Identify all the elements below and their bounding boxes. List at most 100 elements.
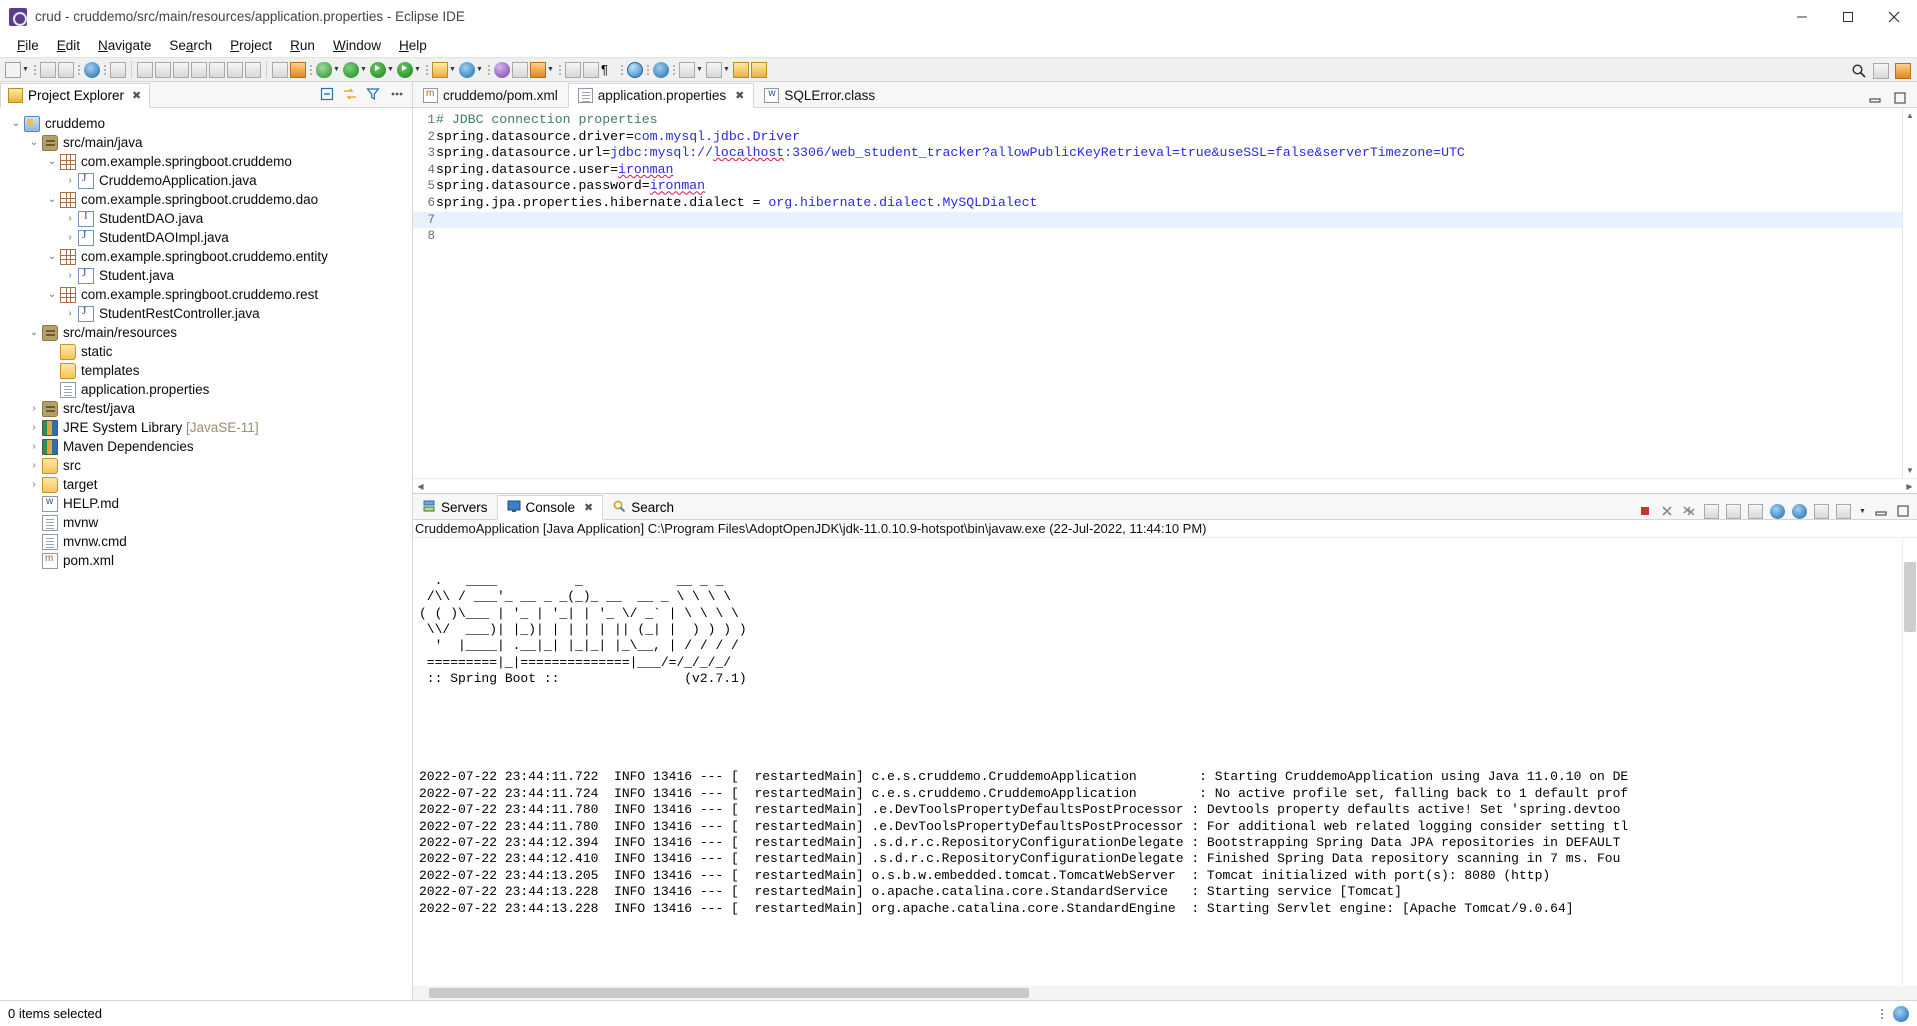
tree-item[interactable]: › StudentDAO.java bbox=[0, 209, 412, 228]
chevron-right-icon[interactable]: › bbox=[62, 232, 78, 243]
console-output[interactable]: . ____ _ __ _ _ /\\ / ___'_ __ _ _(_)_ _… bbox=[413, 538, 1917, 986]
view-filter-icon[interactable] bbox=[365, 86, 381, 102]
tree-item[interactable]: › CruddemoApplication.java bbox=[0, 171, 412, 190]
menu-window[interactable]: Window bbox=[324, 36, 390, 55]
new-java-project-button[interactable]: ▼ bbox=[431, 59, 458, 81]
tree-item[interactable]: mvnw bbox=[0, 513, 412, 532]
new-package-button[interactable]: ▼ bbox=[458, 59, 485, 81]
chevron-down-icon[interactable]: ⌄ bbox=[44, 156, 60, 167]
skip-breakpoints-button[interactable] bbox=[271, 59, 289, 81]
chevron-right-icon[interactable]: › bbox=[26, 403, 42, 414]
code-line[interactable]: # JDBC connection properties bbox=[436, 112, 1917, 129]
tab-project-explorer[interactable]: Project Explorer ✖ bbox=[0, 83, 151, 108]
minimize-console-icon[interactable] bbox=[1874, 504, 1889, 519]
close-button[interactable] bbox=[1871, 0, 1917, 34]
tree-item[interactable]: application.properties bbox=[0, 380, 412, 399]
search-toolbar-button[interactable] bbox=[652, 59, 670, 81]
menu-file[interactable]: File bbox=[8, 36, 48, 55]
console-horizontal-scrollbar[interactable] bbox=[413, 986, 1917, 1000]
last-edit-arrow[interactable]: ▼ bbox=[722, 62, 731, 78]
menu-navigate[interactable]: Navigate bbox=[89, 36, 160, 55]
editor-vertical-scrollbar[interactable]: ▲ ▼ bbox=[1902, 108, 1917, 478]
download-button[interactable]: ▼ bbox=[678, 59, 705, 81]
editor-horizontal-scrollbar[interactable]: ◀ ▶ bbox=[413, 478, 1917, 493]
code-line[interactable]: spring.datasource.user=ironman bbox=[436, 162, 1917, 179]
chevron-down-icon[interactable]: ⌄ bbox=[44, 289, 60, 300]
word-wrap-icon[interactable] bbox=[1770, 503, 1785, 519]
remove-all-icon[interactable] bbox=[1682, 504, 1697, 519]
code-line[interactable] bbox=[436, 228, 1917, 245]
open-browser-button[interactable] bbox=[626, 59, 644, 81]
chevron-down-icon[interactable]: ⌄ bbox=[26, 137, 42, 148]
menu-project[interactable]: Project bbox=[221, 36, 281, 55]
chevron-right-icon[interactable]: › bbox=[26, 422, 42, 433]
tree-item[interactable]: › src/test/java bbox=[0, 399, 412, 418]
code-line[interactable]: spring.datasource.url=jdbc:mysql://local… bbox=[436, 145, 1917, 162]
tree-item[interactable]: HELP.md bbox=[0, 494, 412, 513]
activate-task-button[interactable]: ▼ bbox=[529, 59, 556, 81]
console-tab[interactable]: Console ✖ bbox=[496, 495, 604, 520]
console-vertical-scrollbar[interactable] bbox=[1902, 538, 1917, 986]
step-return-button[interactable] bbox=[244, 59, 262, 81]
new-java-class-button[interactable] bbox=[109, 59, 127, 81]
save-all-button[interactable] bbox=[57, 59, 75, 81]
external-tools-button[interactable]: ▼ bbox=[315, 59, 342, 81]
coverage-arrow[interactable]: ▼ bbox=[413, 62, 422, 78]
chevron-down-icon[interactable]: ⌄ bbox=[44, 251, 60, 262]
link-with-editor-icon[interactable] bbox=[342, 86, 358, 102]
tree-item[interactable]: mvnw.cmd bbox=[0, 532, 412, 551]
tree-item[interactable]: ⌄ src/main/resources bbox=[0, 323, 412, 342]
tree-item[interactable]: › JRE System Library [JavaSE-11] bbox=[0, 418, 412, 437]
scroll-lock-icon[interactable] bbox=[1792, 503, 1807, 519]
tree-item[interactable]: › src bbox=[0, 456, 412, 475]
console-scroll-thumb[interactable] bbox=[1904, 562, 1916, 632]
new-console-icon[interactable] bbox=[1748, 503, 1763, 519]
display-selected-icon[interactable] bbox=[1814, 503, 1829, 519]
view-menu-icon[interactable] bbox=[388, 86, 404, 102]
collapse-all-icon[interactable] bbox=[319, 86, 335, 102]
resume-button[interactable] bbox=[136, 59, 154, 81]
status-resize-grip[interactable] bbox=[1881, 1008, 1883, 1019]
terminate-button[interactable] bbox=[172, 59, 190, 81]
console-hscroll-thumb[interactable] bbox=[429, 988, 1029, 998]
toggle-breakpoint-button[interactable] bbox=[289, 59, 307, 81]
console-tab-close-icon[interactable]: ✖ bbox=[584, 501, 593, 514]
debug-arrow[interactable]: ▼ bbox=[359, 62, 368, 78]
tree-item[interactable]: › StudentRestController.java bbox=[0, 304, 412, 323]
open-task-button[interactable] bbox=[493, 59, 511, 81]
scroll-down-arrow[interactable]: ▼ bbox=[1903, 463, 1917, 478]
chevron-down-icon[interactable]: ⌄ bbox=[44, 194, 60, 205]
new-task-button[interactable] bbox=[511, 59, 529, 81]
java-perspective-icon[interactable] bbox=[1895, 62, 1911, 79]
console-menu-arrow[interactable]: ▼ bbox=[1858, 503, 1867, 519]
step-over-button[interactable] bbox=[226, 59, 244, 81]
back-button[interactable] bbox=[732, 59, 750, 81]
run-button[interactable]: ▼ bbox=[369, 59, 396, 81]
editor-tab[interactable]: application.properties ✖ bbox=[567, 83, 755, 108]
step-into-button[interactable] bbox=[208, 59, 226, 81]
code-line[interactable]: spring.datasource.driver=com.mysql.jdbc.… bbox=[436, 129, 1917, 146]
last-edit-button[interactable]: ▼ bbox=[705, 59, 732, 81]
terminate-icon[interactable] bbox=[1638, 504, 1653, 519]
console-tabbar[interactable]: Servers Console ✖ Search ▼ bbox=[413, 494, 1917, 520]
menu-search[interactable]: Search bbox=[160, 36, 221, 55]
editor-tab-close-icon[interactable]: ✖ bbox=[735, 89, 744, 102]
save-button[interactable] bbox=[39, 59, 57, 81]
console-tab[interactable]: Search bbox=[603, 495, 683, 520]
tree-item[interactable]: ⌄ cruddemo bbox=[0, 114, 412, 133]
tree-item[interactable]: ⌄ src/main/java bbox=[0, 133, 412, 152]
editor-tab[interactable]: cruddemo/pom.xml bbox=[413, 83, 568, 108]
minimize-editor-icon[interactable] bbox=[1868, 91, 1884, 107]
chevron-down-icon[interactable]: ⌄ bbox=[8, 118, 24, 129]
maximize-button[interactable] bbox=[1825, 0, 1871, 34]
tree-item[interactable]: pom.xml bbox=[0, 551, 412, 570]
forward-button[interactable] bbox=[750, 59, 768, 81]
search-icon[interactable] bbox=[1851, 63, 1867, 79]
notification-icon[interactable] bbox=[1893, 1005, 1909, 1022]
tree-item[interactable]: › StudentDAOImpl.java bbox=[0, 228, 412, 247]
console-tab[interactable]: Servers bbox=[413, 495, 497, 520]
tree-item[interactable]: › target bbox=[0, 475, 412, 494]
scroll-up-arrow[interactable]: ▲ bbox=[1903, 108, 1917, 123]
chevron-down-icon[interactable]: ⌄ bbox=[26, 327, 42, 338]
chevron-right-icon[interactable]: › bbox=[26, 479, 42, 490]
